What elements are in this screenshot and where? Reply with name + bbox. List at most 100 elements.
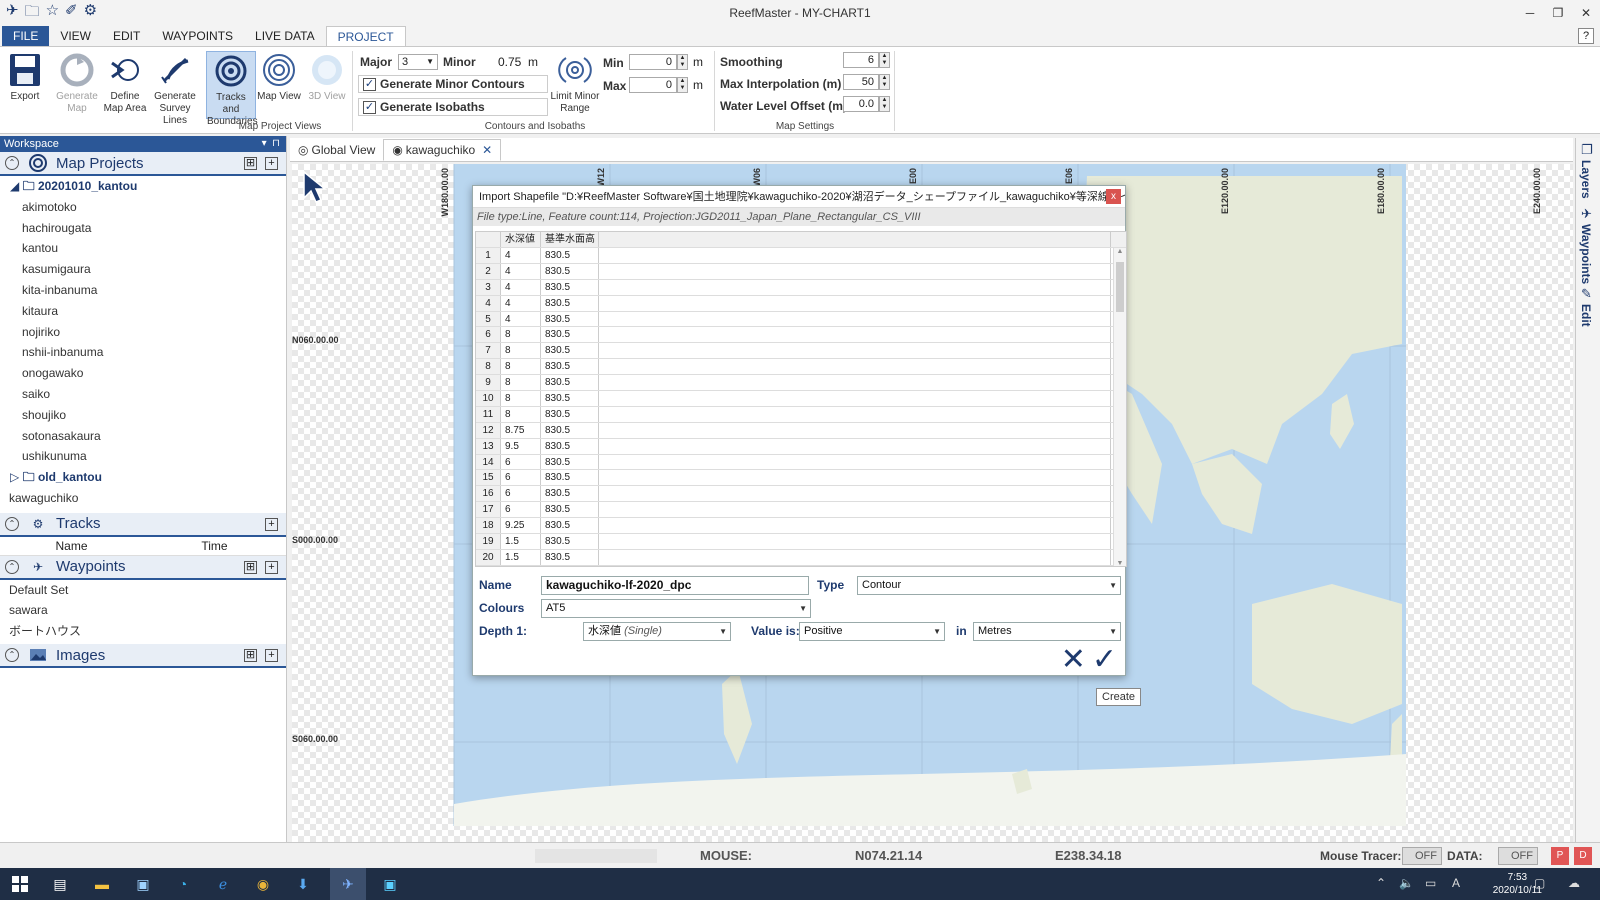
min-spinner[interactable]: ▲ ▼ — [677, 54, 688, 70]
table-row[interactable]: 9 8 830.5 — [476, 375, 1126, 392]
edge-browser-icon[interactable]: ◔ — [173, 874, 193, 894]
depth-cell[interactable]: 8 — [501, 406, 541, 422]
row-number[interactable]: 2 — [476, 263, 501, 279]
row-number[interactable]: 5 — [476, 311, 501, 327]
table-row[interactable]: 18 9.25 830.5 — [476, 518, 1126, 535]
water-level-cell[interactable]: 830.5 — [541, 438, 599, 454]
attribute-table[interactable]: 水深値 基準水面高 1 4 830.5 2 4 830.5 3 4 830.5 4 4 830.5 5 4… — [475, 231, 1127, 567]
colours-select[interactable]: AT5 ▼ — [541, 599, 811, 618]
folder-old-kantou[interactable]: ▷ 🗀 old_kantou — [0, 467, 286, 488]
table-row[interactable]: 3 4 830.5 — [476, 279, 1126, 296]
minimize-button[interactable]: ─ — [1516, 0, 1544, 26]
major-dropdown[interactable]: 3 ▼ — [398, 54, 438, 70]
favorite-star-icon[interactable]: ☆ — [46, 1, 59, 26]
minor-value[interactable]: 0.75 — [498, 55, 521, 69]
download-icon[interactable]: ⬇ — [293, 874, 313, 894]
depth-cell[interactable]: 9.25 — [501, 518, 541, 534]
3d-view-button[interactable]: 3D View — [302, 51, 352, 103]
water-level-offset-input[interactable]: 0.0 — [843, 96, 879, 112]
project-kawaguchiko[interactable]: kawaguchiko — [0, 488, 286, 509]
expand-triangle-icon[interactable]: ◢ — [10, 179, 19, 193]
cancel-button[interactable]: ✕ — [1061, 645, 1086, 675]
name-input[interactable]: kawaguchiko-lf-2020_dpc — [541, 576, 809, 595]
row-number[interactable]: 13 — [476, 438, 501, 454]
open-folder-icon[interactable]: 🗀 — [25, 1, 40, 26]
network-icon[interactable]: ▭ — [1425, 876, 1436, 890]
water-level-cell[interactable]: 830.5 — [541, 406, 599, 422]
row-number[interactable]: 15 — [476, 470, 501, 486]
scroll-down-icon[interactable]: ▼ — [1114, 560, 1126, 566]
depth-cell[interactable]: 1.5 — [501, 534, 541, 549]
max-interpolation-input[interactable]: 50 — [843, 74, 879, 90]
row-header-corner[interactable] — [476, 232, 501, 247]
internet-explorer-icon[interactable]: ℯ — [213, 874, 233, 894]
layers-icon[interactable]: ❐ — [1581, 142, 1593, 158]
table-row[interactable]: 20 1.5 830.5 — [476, 549, 1126, 566]
water-level-cell[interactable]: 830.5 — [541, 263, 599, 279]
collapse-icon[interactable]: ⌃ — [5, 156, 19, 170]
menu-file[interactable]: FILE — [2, 26, 50, 46]
depth-cell[interactable]: 8 — [501, 359, 541, 375]
project-item[interactable]: sotonasakaura — [0, 426, 286, 447]
add-project-icon[interactable]: + — [265, 157, 278, 170]
table-row[interactable]: 12 8.75 830.5 — [476, 422, 1126, 439]
depth-cell[interactable]: 8 — [501, 327, 541, 343]
table-row[interactable]: 5 4 830.5 — [476, 311, 1126, 328]
define-map-area-button[interactable]: Define Map Area — [100, 51, 150, 115]
menu-project[interactable]: PROJECT — [325, 26, 406, 46]
project-item[interactable]: kasumigaura — [0, 259, 286, 280]
table-row[interactable]: 11 8 830.5 — [476, 406, 1126, 423]
row-number[interactable]: 7 — [476, 343, 501, 359]
table-row[interactable]: 10 8 830.5 — [476, 391, 1126, 407]
depth-cell[interactable]: 6 — [501, 502, 541, 518]
generate-isobaths-checkbox[interactable]: ✓ Generate Isobaths — [358, 98, 548, 116]
table-row[interactable]: 17 6 830.5 — [476, 502, 1126, 519]
row-number[interactable]: 18 — [476, 518, 501, 534]
table-row[interactable]: 1 4 830.5 — [476, 248, 1126, 264]
water-level-cell[interactable]: 830.5 — [541, 486, 599, 502]
task-view-icon[interactable]: ▤ — [50, 874, 70, 894]
menu-view[interactable]: VIEW — [49, 26, 102, 46]
collapse-icon[interactable]: ⌃ — [5, 648, 19, 663]
app-window-icon[interactable]: ▣ — [133, 874, 153, 894]
row-number[interactable]: 11 — [476, 406, 501, 422]
value-is-select[interactable]: Positive ▼ — [799, 622, 945, 641]
tracks-and-boundaries-button[interactable]: Tracks and Boundaries — [206, 51, 258, 127]
dialog-close-button[interactable]: x — [1106, 189, 1121, 204]
row-number[interactable]: 3 — [476, 279, 501, 295]
table-scrollbar[interactable]: ▲ ▼ — [1113, 248, 1126, 566]
waypoints-dock-icon[interactable]: ✈ — [1581, 206, 1592, 222]
depth-cell[interactable]: 6 — [501, 454, 541, 470]
project-item[interactable]: shoujiko — [0, 405, 286, 426]
water-level-cell[interactable]: 830.5 — [541, 248, 599, 263]
water-level-cell[interactable]: 830.5 — [541, 470, 599, 486]
smoothing-input[interactable]: 6 — [843, 52, 879, 68]
expand-all-icon[interactable]: ⊞ — [244, 649, 257, 663]
close-window-button[interactable]: ✕ — [1572, 0, 1600, 26]
collapsed-triangle-icon[interactable]: ▷ — [10, 470, 19, 484]
table-row[interactable]: 16 6 830.5 — [476, 486, 1126, 503]
folder-20201010-kantou[interactable]: ◢ 🗀 20201010_kantou — [0, 176, 286, 197]
project-item[interactable]: ushikunuma — [0, 446, 286, 467]
weather-cloud-icon[interactable]: ☁ — [1568, 876, 1580, 890]
depth-cell[interactable]: 8 — [501, 343, 541, 359]
table-row[interactable]: 14 6 830.5 — [476, 454, 1126, 471]
tray-chevron-icon[interactable]: ⌃ — [1376, 876, 1386, 890]
windows-start-icon[interactable] — [10, 874, 30, 894]
water-level-cell[interactable]: 830.5 — [541, 502, 599, 518]
water-level-cell[interactable]: 830.5 — [541, 311, 599, 327]
help-button[interactable]: ? — [1578, 28, 1594, 44]
p-status-button[interactable]: P — [1551, 847, 1569, 865]
reefmaster-taskbar-icon[interactable]: ✈ — [330, 868, 366, 900]
pin-icon[interactable]: ▾ ⊓ — [262, 136, 280, 152]
water-level-cell[interactable]: 830.5 — [541, 518, 599, 534]
depth-cell[interactable]: 6 — [501, 486, 541, 502]
menu-live-data[interactable]: LIVE DATA — [244, 26, 326, 46]
table-row[interactable]: 2 4 830.5 — [476, 263, 1126, 280]
limit-minor-range-button[interactable]: Limit Minor Range — [549, 51, 601, 115]
project-item[interactable]: nojiriko — [0, 322, 286, 343]
tracks-col-time[interactable]: Time — [143, 537, 286, 555]
edit-pencil-icon[interactable]: ✎ — [1581, 286, 1592, 302]
settings-gear-icon[interactable]: ⚙ — [84, 1, 97, 26]
max-input[interactable]: 0 — [629, 77, 677, 93]
